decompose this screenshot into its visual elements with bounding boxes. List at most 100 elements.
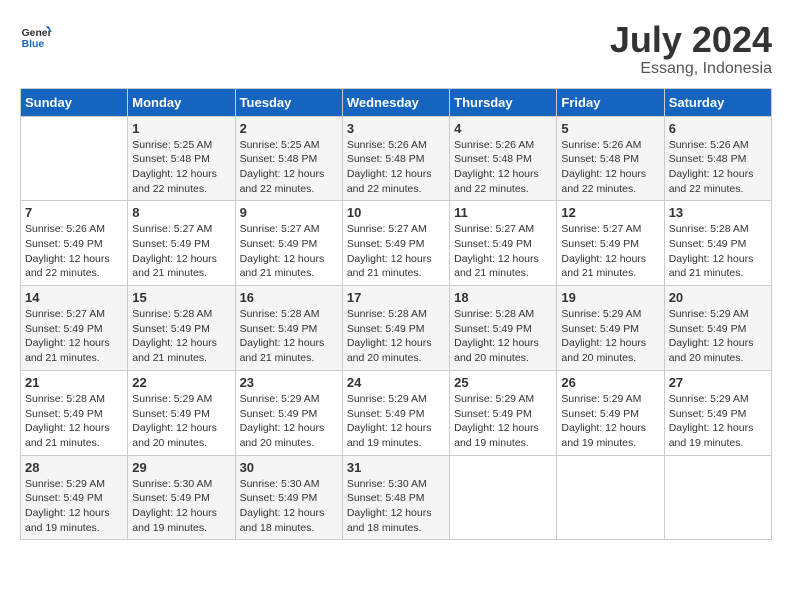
day-number: 6 — [669, 121, 767, 136]
day-info: Sunrise: 5:29 AM Sunset: 5:49 PM Dayligh… — [454, 392, 552, 451]
calendar-cell: 22Sunrise: 5:29 AM Sunset: 5:49 PM Dayli… — [128, 370, 235, 455]
day-info: Sunrise: 5:28 AM Sunset: 5:49 PM Dayligh… — [669, 222, 767, 281]
calendar-cell: 26 Sunrise: 5:29 AM Sunset: 5:49 PM Dayli… — [557, 370, 664, 455]
day-number: 19 — [561, 290, 659, 305]
day-info: Sunrise: 5:27 AM Sunset: 5:49 PM Dayligh… — [454, 222, 552, 281]
calendar-cell: 30 Sunrise: 5:30 AM Sunset: 5:49 PM Dayli… — [235, 455, 342, 540]
day-number: 25 — [454, 375, 552, 390]
day-info: Sunrise: 5:27 AM Sunset: 5:49 PM Dayligh… — [561, 222, 659, 281]
day-number: 4 — [454, 121, 552, 136]
calendar-cell: 28 Sunrise: 5:29 AM Sunset: 5:49 PM Dayli… — [21, 455, 128, 540]
day-info: Sunrise: 5:26 AM Sunset: 5:48 PM Dayligh… — [454, 138, 552, 197]
day-info: Sunrise: 5:26 AM Sunset: 5:48 PM Dayligh… — [347, 138, 445, 197]
calendar-cell: 18 Sunrise: 5:28 AM Sunset: 5:49 PM Dayli… — [450, 286, 557, 371]
day-number: 8 — [132, 205, 230, 220]
calendar-cell: 5Sunrise: 5:26 AM Sunset: 5:48 PM Daylig… — [557, 116, 664, 201]
calendar-cell: 15 Sunrise: 5:28 AM Sunset: 5:49 PM Dayli… — [128, 286, 235, 371]
day-info: Sunrise: 5:30 AM Sunset: 5:49 PM Dayligh… — [240, 477, 338, 536]
calendar-cell — [664, 455, 771, 540]
day-number: 23 — [240, 375, 338, 390]
calendar-cell: 11 Sunrise: 5:27 AM Sunset: 5:49 PM Dayli… — [450, 201, 557, 286]
day-info: Sunrise: 5:29 AM Sunset: 5:49 PM Dayligh… — [240, 392, 338, 451]
calendar-cell: 17Sunrise: 5:28 AM Sunset: 5:49 PM Dayli… — [342, 286, 449, 371]
header-thursday: Thursday — [450, 88, 557, 116]
calendar-cell: 27 Sunrise: 5:29 AM Sunset: 5:49 PM Dayli… — [664, 370, 771, 455]
page-header: General Blue July 2024 Essang, Indonesia — [20, 20, 772, 78]
location-subtitle: Essang, Indonesia — [610, 60, 772, 78]
day-number: 31 — [347, 460, 445, 475]
day-number: 7 — [25, 205, 123, 220]
day-number: 10 — [347, 205, 445, 220]
day-info: Sunrise: 5:29 AM Sunset: 5:49 PM Dayligh… — [561, 392, 659, 451]
calendar-cell: 16 Sunrise: 5:28 AM Sunset: 5:49 PM Dayli… — [235, 286, 342, 371]
calendar-cell: 31 Sunrise: 5:30 AM Sunset: 5:48 PM Dayli… — [342, 455, 449, 540]
day-info: Sunrise: 5:29 AM Sunset: 5:49 PM Dayligh… — [669, 307, 767, 366]
day-number: 28 — [25, 460, 123, 475]
day-number: 3 — [347, 121, 445, 136]
day-number: 15 — [132, 290, 230, 305]
calendar-cell: 23 Sunrise: 5:29 AM Sunset: 5:49 PM Dayli… — [235, 370, 342, 455]
day-number: 13 — [669, 205, 767, 220]
calendar-cell: 7Sunrise: 5:26 AM Sunset: 5:49 PM Daylig… — [21, 201, 128, 286]
day-number: 18 — [454, 290, 552, 305]
svg-text:General: General — [22, 28, 52, 39]
day-number: 24 — [347, 375, 445, 390]
day-info: Sunrise: 5:26 AM Sunset: 5:48 PM Dayligh… — [561, 138, 659, 197]
day-info: Sunrise: 5:28 AM Sunset: 5:49 PM Dayligh… — [454, 307, 552, 366]
day-info: Sunrise: 5:28 AM Sunset: 5:49 PM Dayligh… — [132, 307, 230, 366]
header-tuesday: Tuesday — [235, 88, 342, 116]
header-monday: Monday — [128, 88, 235, 116]
day-info: Sunrise: 5:29 AM Sunset: 5:49 PM Dayligh… — [25, 477, 123, 536]
day-info: Sunrise: 5:28 AM Sunset: 5:49 PM Dayligh… — [25, 392, 123, 451]
header-friday: Friday — [557, 88, 664, 116]
day-info: Sunrise: 5:27 AM Sunset: 5:49 PM Dayligh… — [347, 222, 445, 281]
day-info: Sunrise: 5:30 AM Sunset: 5:49 PM Dayligh… — [132, 477, 230, 536]
day-number: 30 — [240, 460, 338, 475]
calendar-cell: 9Sunrise: 5:27 AM Sunset: 5:49 PM Daylig… — [235, 201, 342, 286]
day-number: 2 — [240, 121, 338, 136]
header-sunday: Sunday — [21, 88, 128, 116]
day-info: Sunrise: 5:29 AM Sunset: 5:49 PM Dayligh… — [347, 392, 445, 451]
day-number: 11 — [454, 205, 552, 220]
calendar-cell — [557, 455, 664, 540]
calendar-cell: 12 Sunrise: 5:27 AM Sunset: 5:49 PM Dayli… — [557, 201, 664, 286]
day-info: Sunrise: 5:25 AM Sunset: 5:48 PM Dayligh… — [240, 138, 338, 197]
calendar-cell — [450, 455, 557, 540]
day-info: Sunrise: 5:27 AM Sunset: 5:49 PM Dayligh… — [132, 222, 230, 281]
calendar-cell: 20 Sunrise: 5:29 AM Sunset: 5:49 PM Dayli… — [664, 286, 771, 371]
calendar-cell: 8 Sunrise: 5:27 AM Sunset: 5:49 PM Daylig… — [128, 201, 235, 286]
day-info: Sunrise: 5:26 AM Sunset: 5:48 PM Dayligh… — [669, 138, 767, 197]
day-number: 29 — [132, 460, 230, 475]
calendar-cell: 19 Sunrise: 5:29 AM Sunset: 5:49 PM Dayli… — [557, 286, 664, 371]
day-number: 26 — [561, 375, 659, 390]
calendar-header-row: SundayMondayTuesdayWednesdayThursdayFrid… — [21, 88, 772, 116]
calendar-cell: 6 Sunrise: 5:26 AM Sunset: 5:48 PM Daylig… — [664, 116, 771, 201]
day-number: 20 — [669, 290, 767, 305]
calendar-cell: 29 Sunrise: 5:30 AM Sunset: 5:49 PM Dayli… — [128, 455, 235, 540]
header-saturday: Saturday — [664, 88, 771, 116]
day-number: 9 — [240, 205, 338, 220]
day-info: Sunrise: 5:29 AM Sunset: 5:49 PM Dayligh… — [669, 392, 767, 451]
calendar-cell: 24 Sunrise: 5:29 AM Sunset: 5:49 PM Dayli… — [342, 370, 449, 455]
svg-text:Blue: Blue — [22, 39, 45, 50]
day-number: 12 — [561, 205, 659, 220]
calendar-cell: 2 Sunrise: 5:25 AM Sunset: 5:48 PM Daylig… — [235, 116, 342, 201]
logo: General Blue — [20, 20, 52, 52]
day-number: 1 — [132, 121, 230, 136]
day-number: 22 — [132, 375, 230, 390]
calendar-cell: 13 Sunrise: 5:28 AM Sunset: 5:49 PM Dayli… — [664, 201, 771, 286]
day-number: 14 — [25, 290, 123, 305]
day-info: Sunrise: 5:30 AM Sunset: 5:48 PM Dayligh… — [347, 477, 445, 536]
calendar-week-row: 21Sunrise: 5:28 AM Sunset: 5:49 PM Dayli… — [21, 370, 772, 455]
day-info: Sunrise: 5:29 AM Sunset: 5:49 PM Dayligh… — [561, 307, 659, 366]
title-block: July 2024 Essang, Indonesia — [610, 20, 772, 78]
calendar-cell: 10 Sunrise: 5:27 AM Sunset: 5:49 PM Dayli… — [342, 201, 449, 286]
calendar-cell: 3 Sunrise: 5:26 AM Sunset: 5:48 PM Daylig… — [342, 116, 449, 201]
day-info: Sunrise: 5:28 AM Sunset: 5:49 PM Dayligh… — [240, 307, 338, 366]
day-number: 27 — [669, 375, 767, 390]
calendar-week-row: 7Sunrise: 5:26 AM Sunset: 5:49 PM Daylig… — [21, 201, 772, 286]
month-title: July 2024 — [610, 20, 772, 60]
calendar-cell: 25 Sunrise: 5:29 AM Sunset: 5:49 PM Dayli… — [450, 370, 557, 455]
day-number: 16 — [240, 290, 338, 305]
calendar-week-row: 14Sunrise: 5:27 AM Sunset: 5:49 PM Dayli… — [21, 286, 772, 371]
